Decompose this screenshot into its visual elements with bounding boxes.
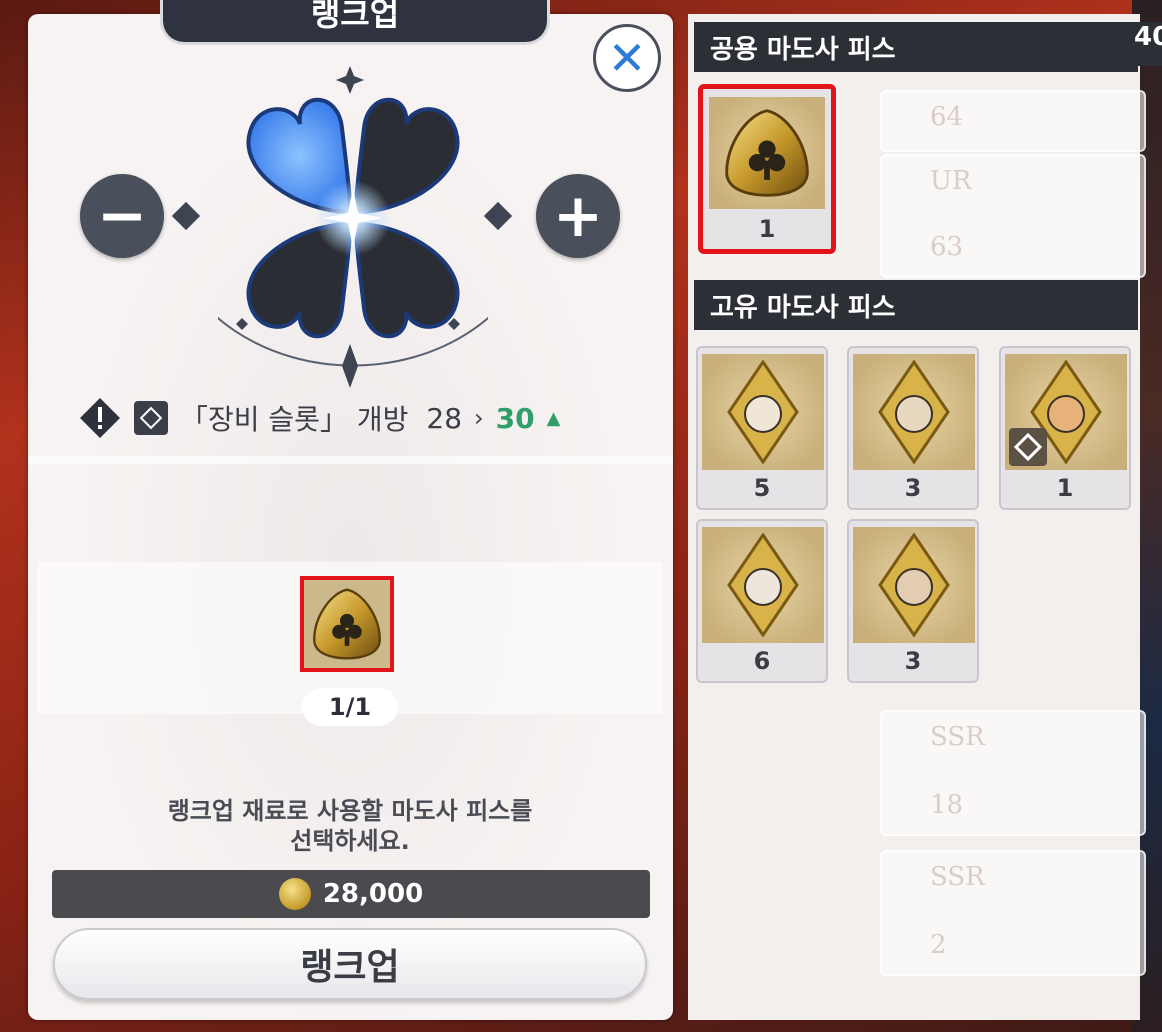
background-card-value: 18 (930, 790, 964, 820)
level-to: 30 (495, 401, 535, 435)
instruction-text: 랭크업 재료로 사용할 마도사 피스를 선택하세요. (50, 796, 650, 856)
material-count: 1/1 (302, 688, 398, 726)
unlock-info-row: 「장비 슬롯」 개방 28 › 30 ▲ (78, 390, 560, 446)
increase-button[interactable]: + (536, 174, 620, 258)
background-card-value: 2 (930, 930, 947, 960)
peek-value: 40 (1134, 22, 1162, 66)
unique-piece-count: 3 (904, 474, 922, 502)
background-card-rank: SSR (930, 862, 985, 892)
unique-piece-card[interactable]: 5 (696, 346, 828, 510)
mage-piece-icon (853, 527, 975, 643)
up-arrow-icon: ▲ (546, 407, 561, 429)
rankup-button[interactable]: 랭크업 (53, 928, 647, 1000)
unique-piece-count: 1 (1056, 474, 1074, 502)
star-bottom-icon (342, 344, 358, 388)
unique-piece-card[interactable]: 3 (847, 346, 979, 510)
equipment-slot-icon (134, 401, 168, 435)
minus-icon: − (96, 181, 148, 251)
plus-icon: + (552, 181, 604, 251)
cost-bar: 28,000 (52, 870, 650, 918)
mage-piece-icon (702, 527, 824, 643)
background-card: SSR 2 (880, 850, 1146, 976)
shared-piece-card[interactable]: 1 (698, 84, 836, 254)
instruction-line-1: 랭크업 재료로 사용할 마도사 피스를 (167, 797, 533, 825)
background-card: SSR 18 (880, 710, 1146, 836)
rankup-button-label: 랭크업 (300, 947, 400, 988)
instruction-line-2: 선택하세요. (290, 827, 410, 855)
unique-piece-card[interactable]: 6 (696, 519, 828, 683)
background-card-value: 63 (930, 232, 964, 262)
unlock-label: 「장비 슬롯」 개방 (180, 403, 409, 436)
shared-pieces-header: 공용 마도사 피스 (694, 22, 1138, 72)
decrease-button[interactable]: − (80, 174, 164, 258)
background-card-value: 64 (930, 102, 964, 132)
clover-rank-emblem (218, 66, 488, 388)
clover-piece-icon (709, 97, 825, 209)
unique-piece-count: 6 (753, 647, 771, 675)
background-card: UR 63 (880, 154, 1146, 278)
warning-icon (78, 396, 122, 440)
exclusive-badge-icon (1009, 428, 1047, 466)
level-from: 28 (426, 401, 463, 435)
star-top-icon (336, 66, 364, 94)
unique-pieces-header: 고유 마도사 피스 (694, 280, 1138, 330)
unique-piece-count: 5 (753, 474, 771, 502)
mage-piece-icon (853, 354, 975, 470)
shared-piece-count: 1 (758, 215, 776, 243)
background-card: 64 (880, 90, 1146, 152)
close-icon: ✕ (607, 31, 647, 85)
coin-icon (278, 878, 311, 910)
background-card-rank: SSR (930, 722, 985, 752)
unique-piece-count: 3 (904, 647, 922, 675)
cost-amount: 28,000 (322, 879, 424, 909)
clover-piece-icon (313, 588, 381, 660)
mage-piece-icon (702, 354, 824, 470)
selected-material-frame (300, 576, 394, 672)
unique-piece-card[interactable]: 3 (847, 519, 979, 683)
background-card-rank: UR (930, 166, 972, 196)
unique-piece-card[interactable]: 1 (999, 346, 1131, 510)
close-button[interactable]: ✕ (593, 24, 661, 92)
arrow-right-icon: › (474, 404, 484, 432)
selected-material[interactable] (300, 576, 400, 680)
page-title: 랭크업 (160, 0, 550, 45)
divider (28, 456, 673, 464)
